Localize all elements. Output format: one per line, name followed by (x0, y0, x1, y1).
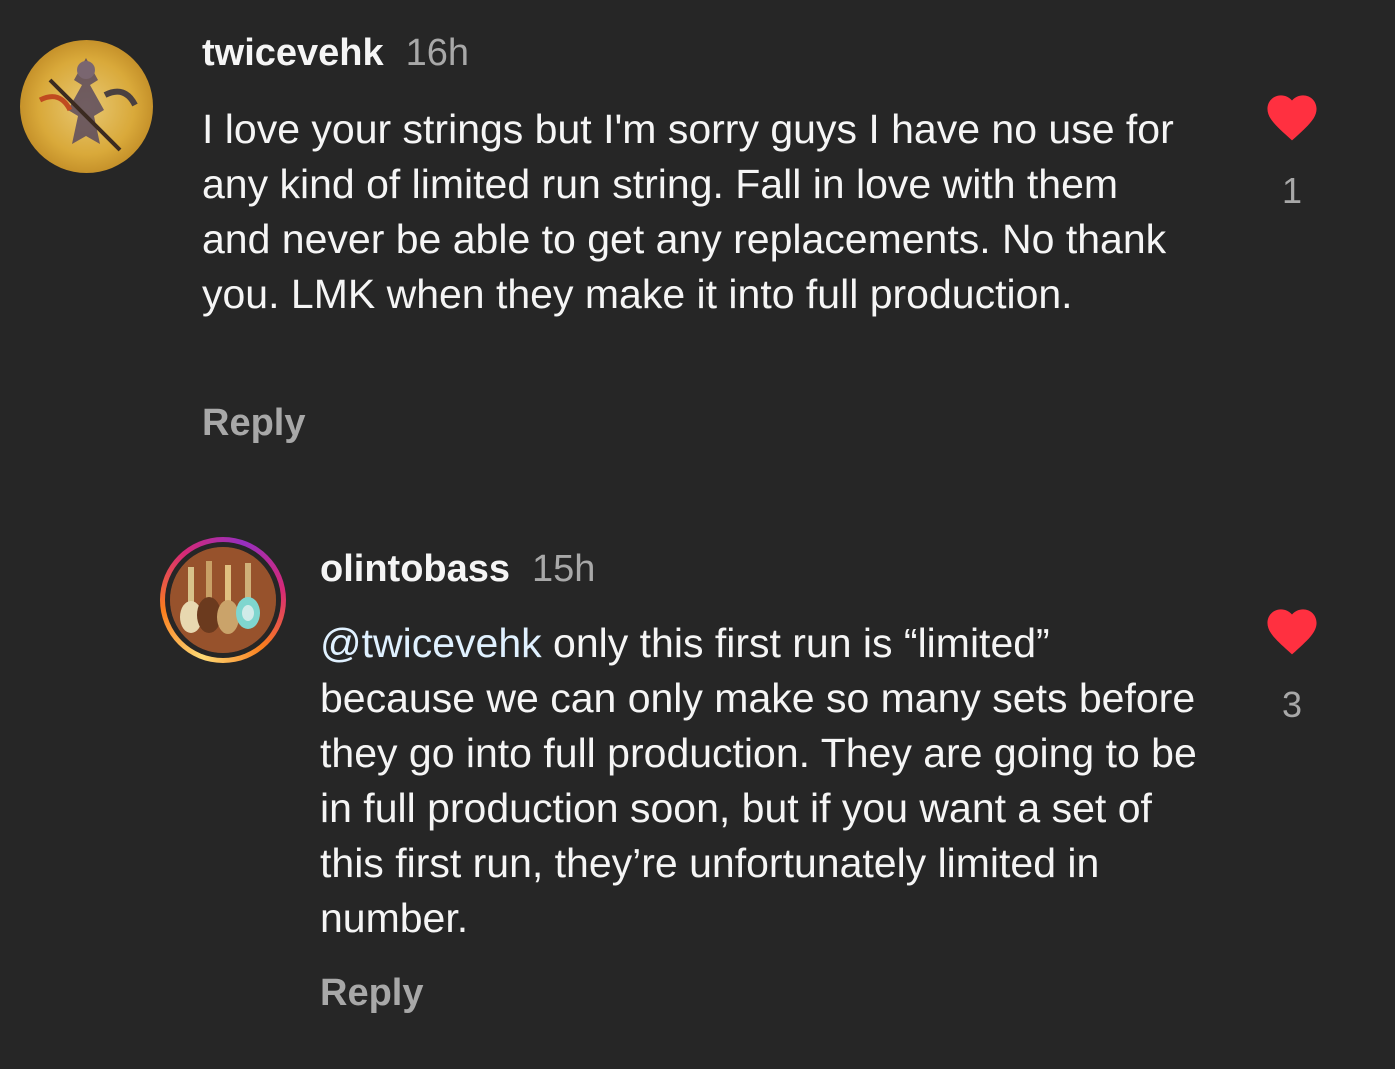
timestamp: 16h (405, 32, 470, 74)
heart-filled-icon[interactable] (1262, 602, 1322, 656)
like-control: 1 (1262, 88, 1322, 212)
reply-button[interactable]: Reply (202, 400, 305, 446)
avatar[interactable] (20, 40, 153, 173)
comment-body: only this first run is “limited” because… (320, 620, 1197, 941)
comment-header: olintobass 15h (320, 546, 595, 592)
avatar (170, 547, 276, 653)
warrior-artwork-avatar-icon (20, 40, 153, 173)
username[interactable]: olintobass (320, 548, 510, 590)
like-control: 3 (1262, 602, 1322, 726)
story-ring[interactable] (160, 537, 286, 663)
mention-link[interactable]: @twicevehk (320, 620, 542, 666)
comment-header: twicevehk 16h (202, 30, 469, 76)
comment-body: I love your strings but I'm sorry guys I… (202, 106, 1174, 317)
comment-text: @twicevehk only this first run is “limit… (320, 616, 1200, 946)
timestamp: 15h (532, 548, 596, 590)
heart-filled-icon[interactable] (1262, 88, 1322, 142)
bass-guitars-avatar-icon (170, 547, 276, 653)
reply-button[interactable]: Reply (320, 970, 423, 1016)
username[interactable]: twicevehk (202, 32, 384, 74)
like-count: 3 (1281, 684, 1303, 725)
comment-text: I love your strings but I'm sorry guys I… (202, 102, 1192, 322)
like-count: 1 (1281, 170, 1303, 211)
